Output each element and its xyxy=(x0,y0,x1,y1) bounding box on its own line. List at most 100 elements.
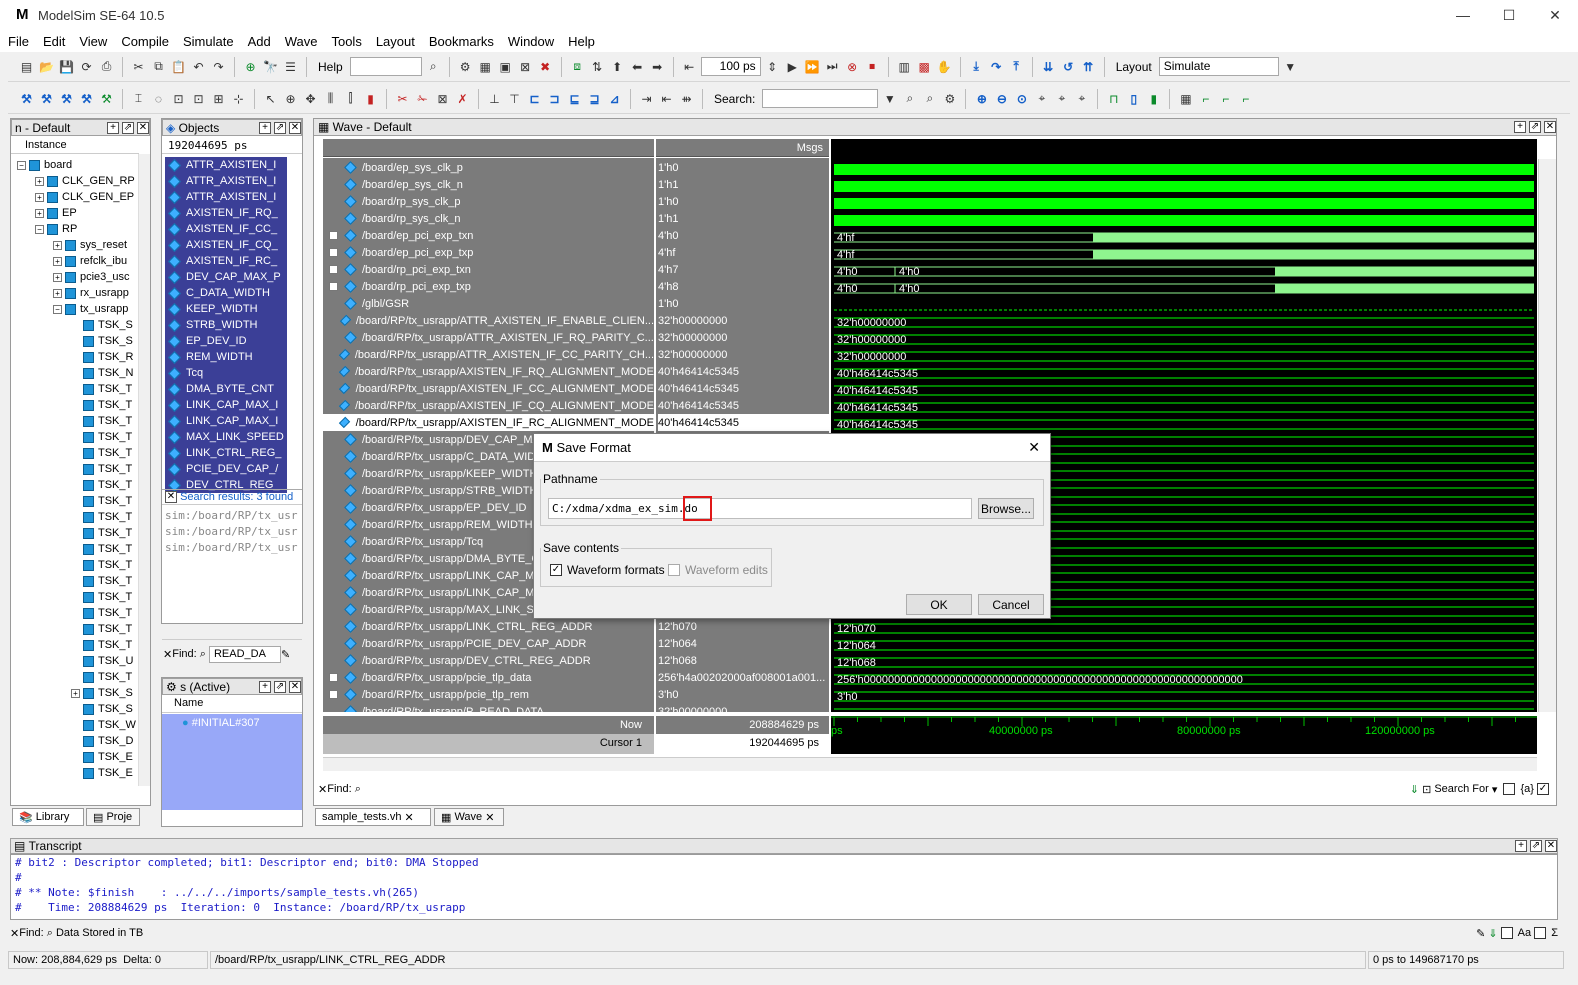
instance-tree-row[interactable]: TSK_T xyxy=(71,637,132,653)
signal-row[interactable]: /board/rp_sys_clk_p xyxy=(323,193,654,210)
object-item[interactable]: MAX_LINK_SPEED xyxy=(165,429,287,445)
instance-tree-row[interactable]: TSK_T xyxy=(71,461,132,477)
instance-tree-row[interactable]: + refclk_ibu xyxy=(53,253,127,269)
instance-tree-row[interactable]: − RP xyxy=(35,221,77,237)
instance-tree-row[interactable]: TSK_E xyxy=(71,749,133,765)
instance-tree-row[interactable]: TSK_W xyxy=(71,717,136,733)
instance-tree-row[interactable]: TSK_U xyxy=(71,653,133,669)
signal-row[interactable]: /board/ep_sys_clk_n xyxy=(323,176,654,193)
menu-add[interactable]: Add xyxy=(248,34,271,49)
search-next-icon[interactable]: ⌕ xyxy=(921,90,938,107)
expand-toggle-icon[interactable]: + xyxy=(35,176,44,186)
print-icon[interactable]: ⎙ xyxy=(98,58,115,75)
panel-undock-icon[interactable]: ⇗ xyxy=(122,121,134,134)
instance-tree-row[interactable]: + rx_usrapp xyxy=(53,285,129,301)
zoom-cursor-icon[interactable]: ⌖ xyxy=(1033,90,1050,107)
match-case-checkbox[interactable] xyxy=(1500,927,1513,939)
object-item[interactable]: DMA_BYTE_CNT xyxy=(165,381,287,397)
object-item[interactable]: C_DATA_WIDTH xyxy=(165,285,287,301)
waveform-pane[interactable]: 4'hf 4'hf 4'h0 4'h0 4'h0 4'h0 32'h00000000 32'h… xyxy=(831,139,1537,712)
step-back-icon[interactable]: ⇊ xyxy=(1040,58,1057,75)
instance-tree-row[interactable]: + CLK_GEN_RP xyxy=(35,173,135,189)
process-item[interactable]: ● #INITIAL#307 xyxy=(162,714,302,729)
expand-signal-icon[interactable]: + xyxy=(329,265,338,274)
scope-all-icon[interactable]: ⊞ xyxy=(210,90,227,107)
menu-file[interactable]: File xyxy=(8,34,29,49)
object-item[interactable]: STRB_WIDTH xyxy=(165,317,287,333)
format-icon[interactable]: ☰ xyxy=(282,58,299,75)
instance-tree-row[interactable]: + sys_reset xyxy=(53,237,127,253)
menu-layout[interactable]: Layout xyxy=(376,34,415,49)
maximize-button[interactable]: ☐ xyxy=(1486,0,1532,30)
layout-select[interactable]: Simulate xyxy=(1158,57,1279,76)
object-item[interactable]: EP_DEV_ID xyxy=(165,333,287,349)
object-item[interactable]: ATTR_AXISTEN_I xyxy=(165,157,287,173)
signal-row[interactable]: + /board/RP/tx_usrapp/pcie_tlp_data xyxy=(323,669,654,686)
end-sim-icon[interactable]: ✖ xyxy=(537,58,554,75)
signal-row[interactable]: /board/RP/tx_usrapp/ATTR_AXISTEN_IF_RQ_P… xyxy=(323,329,654,346)
scope-hier-icon[interactable]: ⊹ xyxy=(230,90,247,107)
dataflow-icon[interactable]: ⧈ xyxy=(569,58,586,75)
expand-toggle-icon[interactable]: + xyxy=(53,288,62,298)
instance-tree-row[interactable]: TSK_T xyxy=(71,445,132,461)
signal-row[interactable]: /board/RP/tx_usrapp/PCIE_DEV_CAP_ADDR xyxy=(323,635,654,652)
instance-tree-row[interactable]: TSK_T xyxy=(71,589,132,605)
instance-tree-row[interactable]: TSK_D xyxy=(71,733,133,749)
step-up-icon[interactable]: ⇈ xyxy=(1080,58,1097,75)
menu-wave[interactable]: Wave xyxy=(285,34,318,49)
paste-icon[interactable]: 📋 xyxy=(170,58,187,75)
objects-close-icon[interactable]: ✕ xyxy=(289,121,301,134)
zoom-full-icon[interactable]: ⊙ xyxy=(1013,90,1030,107)
time-axis[interactable]: ps 40000000 ps 80000000 ps 120000000 ps xyxy=(831,716,1537,754)
undo-icon[interactable]: ↶ xyxy=(190,58,207,75)
objects-find-input[interactable]: READ_DA xyxy=(208,645,281,663)
instance-tree-row[interactable]: TSK_T xyxy=(71,381,132,397)
menu-window[interactable]: Window xyxy=(508,34,554,49)
instance-tree-row[interactable]: TSK_T xyxy=(71,669,132,685)
find-clear-icon[interactable]: ✎ xyxy=(281,648,290,661)
instance-tree-row[interactable]: TSK_S xyxy=(71,333,133,349)
search-dropdown-icon[interactable]: ▼ xyxy=(881,90,898,107)
transcript-undock-icon[interactable]: ⇗ xyxy=(1530,840,1542,852)
view-data-icon[interactable]: ⚒ xyxy=(98,90,115,107)
copy-wave-icon[interactable]: ⊠ xyxy=(434,90,451,107)
object-item[interactable]: PCIE_DEV_CAP_/ xyxy=(165,461,287,477)
step-select-icon[interactable]: ⇅ xyxy=(589,58,606,75)
minimize-button[interactable]: — xyxy=(1440,0,1486,30)
view-sim-icon[interactable]: ⚒ xyxy=(38,90,55,107)
browse-button[interactable]: Browse... xyxy=(978,498,1034,519)
edge-fall-icon[interactable]: ⊤ xyxy=(506,90,523,107)
search-results-close-icon[interactable]: ✕ xyxy=(165,491,177,503)
delete-cursor-icon[interactable]: ⇤ xyxy=(658,90,675,107)
instance-tree-row[interactable]: TSK_T xyxy=(71,557,132,573)
instance-tree-row[interactable]: TSK_T xyxy=(71,541,132,557)
expand-toggle-icon[interactable]: − xyxy=(35,224,44,234)
signal-row[interactable]: + /board/RP/tx_usrapp/pcie_tlp_rem xyxy=(323,686,654,703)
signal-row[interactable]: /board/ep_sys_clk_p xyxy=(323,159,654,176)
help-search-icon[interactable]: ⌕ xyxy=(425,58,442,75)
edge-next-icon[interactable]: ⊏ xyxy=(526,90,543,107)
record-icon[interactable]: ▮ xyxy=(362,90,379,107)
instance-tree-row[interactable]: TSK_T xyxy=(71,477,132,493)
expand-signal-icon[interactable]: + xyxy=(329,690,338,699)
instance-tree-row[interactable]: TSK_T xyxy=(71,397,132,413)
instance-tree-row[interactable]: + EP xyxy=(35,205,77,221)
object-item[interactable]: AXISTEN_IF_CC_ xyxy=(165,221,287,237)
zoom-in-icon[interactable]: ⊕ xyxy=(973,90,990,107)
search-prev-icon[interactable]: ⌕ xyxy=(901,90,918,107)
delete-wave-icon[interactable]: ✂ xyxy=(394,90,411,107)
cut-icon[interactable]: ✂ xyxy=(130,58,147,75)
instance-scrollbar[interactable] xyxy=(138,154,150,786)
object-item[interactable]: LINK_CAP_MAX_I xyxy=(165,413,287,429)
transcript-close-icon[interactable]: ✕ xyxy=(1545,840,1557,852)
redo-icon[interactable]: ↷ xyxy=(210,58,227,75)
object-item[interactable]: KEEP_WIDTH xyxy=(165,301,287,317)
wave-grid-icon[interactable]: ▦ xyxy=(1177,90,1194,107)
process-close-icon[interactable]: ✕ xyxy=(289,680,301,693)
menu-help[interactable]: Help xyxy=(568,34,595,49)
instance-tree-row[interactable]: TSK_T xyxy=(71,525,132,541)
instance-tree-row[interactable]: + pcie3_usc xyxy=(53,269,130,285)
add-icon[interactable]: ⊕ xyxy=(242,58,259,75)
open-folder-icon[interactable]: 📂 xyxy=(38,58,55,75)
step-over-icon[interactable]: ↷ xyxy=(988,58,1005,75)
